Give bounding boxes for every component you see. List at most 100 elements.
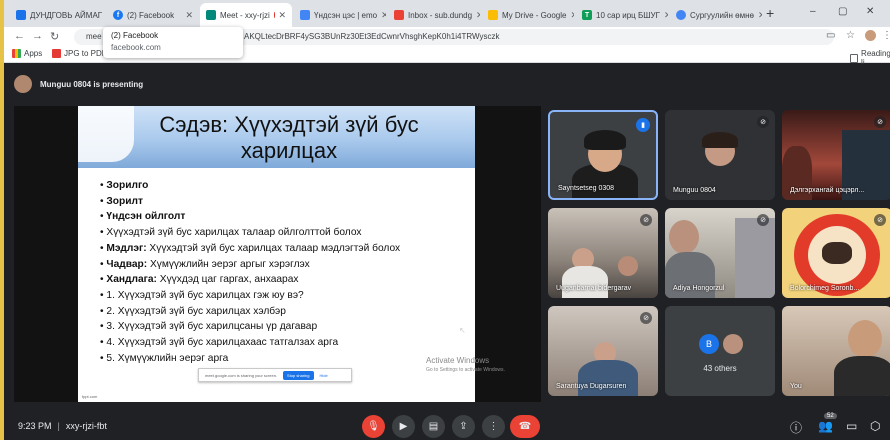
captions-button[interactable]: ▤ [422, 415, 445, 438]
close-icon[interactable]: ✕ [274, 10, 286, 21]
tooltip-title: (2) Facebook [111, 31, 159, 40]
close-icon[interactable]: ✕ [472, 10, 480, 21]
tab-emo[interactable]: Үндсэн цэс | emo ✕ [294, 3, 386, 27]
mic-off-button[interactable]: 🎙 [362, 415, 385, 438]
meet-icon [206, 10, 216, 20]
forward-arrow-icon[interactable]: → [32, 30, 43, 42]
facebook-icon: f [113, 10, 123, 20]
close-icon[interactable]: ✕ [754, 10, 762, 21]
participant-face [618, 256, 638, 276]
star-icon[interactable]: ☆ [846, 30, 855, 41]
participant-tile[interactable]: ⊘ Bolorchimeg Soronb... [782, 208, 890, 298]
tab-inbox[interactable]: Inbox - sub.dundg ✕ [388, 3, 480, 27]
close-icon[interactable]: ✕ [566, 10, 574, 21]
tab-label: Сургуулийн өмнө [690, 10, 754, 20]
mic-off-icon: ⊘ [874, 214, 886, 226]
bookmark-jpg-to-pdf[interactable]: JPG to PDF [52, 49, 107, 58]
tab-dundgovi[interactable]: ДУНДГОВЬ АЙМАГ ✕ [10, 3, 106, 27]
site-icon [300, 10, 310, 20]
tab-label: Meet - xxy-rjzi [220, 10, 270, 20]
slide-title: Сэдэв: Хүүхэдтэй зүй бус харилцах [159, 112, 419, 163]
others-count-label: 43 others [703, 364, 737, 373]
maximize-button[interactable]: ▢ [838, 6, 847, 17]
presentation-slide: Сэдэв: Хүүхэдтэй зүй бус харилцах • Зори… [78, 106, 475, 402]
minimize-button[interactable]: – [810, 6, 816, 17]
menu-dots-icon[interactable]: ⋮ [882, 30, 890, 41]
tab-label: Inbox - sub.dundg [408, 10, 473, 20]
present-button[interactable]: ⇪ [452, 415, 475, 438]
participant-hair [584, 130, 626, 150]
participant-name: Uuganbarnai bidergarav [556, 285, 632, 292]
bookmark-label: JPG to PDF [64, 49, 107, 58]
participant-video [578, 360, 638, 396]
close-icon[interactable]: ✕ [102, 10, 106, 21]
tab-label: Үндсэн цэс | emo [314, 10, 378, 20]
tab-drive[interactable]: My Drive - Google ✕ [482, 3, 574, 27]
others-avatars: B [699, 334, 747, 354]
site-icon [676, 10, 686, 20]
participant-tile[interactable]: ⊘ Munguu 0804 [665, 110, 775, 200]
slide-bullet: • 2. Хүүхэдтэй зүй бус харилцах хэлбэр [100, 305, 286, 317]
slide-bullet: • Үндсэн ойлголт [100, 211, 186, 223]
url-text: AKQLtecDrBRF4ySG3BUnRz30Et3EdCwnrVhsghKe… [244, 32, 500, 41]
tab-school[interactable]: Сургуулийн өмнө ✕ [670, 3, 762, 27]
presenter-text: Munguu 0804 is presenting [40, 79, 144, 89]
self-tile[interactable]: You [782, 306, 890, 396]
tab-meet[interactable]: Meet - xxy-rjzi ✕ [200, 3, 292, 27]
chat-icon[interactable]: ▭ [846, 419, 857, 433]
tab-label: ДУНДГОВЬ АЙМАГ [30, 10, 103, 20]
drive-icon [488, 10, 498, 20]
tab-sheets[interactable]: T 10 сар ирц БШУГ ✕ [576, 3, 668, 27]
share-bar-text: meet.google.com is sharing your screen. [205, 372, 278, 378]
participant-tile[interactable]: ⊘ Uuganbarnai bidergarav [548, 208, 658, 298]
leave-call-button[interactable]: ☎ [510, 415, 540, 438]
slide-bullet: • 3. Хүүхэдтэй зүй бус харилцсаны үр даг… [100, 321, 318, 333]
slide-bullet: • 1. Хүүхэдтэй зүй бус харилцах гэж юу в… [100, 289, 304, 301]
close-icon[interactable]: ✕ [181, 10, 193, 21]
participant-hair [822, 242, 852, 264]
slide-header: Сэдэв: Хүүхэдтэй зүй бус харилцах [78, 106, 475, 168]
back-arrow-icon[interactable]: ← [14, 30, 25, 42]
more-options-button[interactable]: ⋮ [482, 415, 505, 438]
activities-icon[interactable]: ⬡ [870, 419, 880, 433]
apps-grid-icon [12, 49, 21, 58]
slide-bullet-list: • Зорилго • Зорилт • Үндсэн ойлголт • Хү… [100, 178, 470, 366]
participant-tile[interactable]: ⊘ Дэлгэрхангай цэцэрл... [782, 110, 890, 200]
participant-face [669, 220, 699, 254]
reload-icon[interactable]: ↻ [50, 30, 59, 43]
participant-name: Bolorchimeg Soronb... [790, 285, 860, 292]
others-tile[interactable]: B 43 others [665, 306, 775, 396]
participant-tile[interactable]: ⊘ Adiya Hongorzul [665, 208, 775, 298]
people-icon[interactable]: 👥 [818, 419, 833, 433]
participant-video [735, 218, 775, 298]
slide-bullet: • 5. Хүмүүжлийн эерэг арга [100, 352, 229, 364]
tab-label: 10 сар ирц БШУГ [596, 10, 660, 20]
camera-button[interactable]: ▶ [392, 415, 415, 438]
slide-bullet: • 4. Хүүхэдтэй зүй бус харилцахаас татга… [100, 337, 339, 349]
meet-header: Munguu 0804 is presenting [4, 64, 890, 104]
participant-tile[interactable]: ▮ Sayntsetseg 0308 [548, 110, 658, 200]
mic-off-icon: ⊘ [757, 214, 769, 226]
hide-share-bar-button[interactable]: Hide [320, 373, 328, 378]
presenter-indicator: Munguu 0804 is presenting [14, 74, 143, 94]
bookmark-apps[interactable]: Apps [12, 49, 42, 58]
camera-icon[interactable]: ▭ [826, 30, 835, 41]
bookmark-label: Apps [24, 49, 43, 58]
meeting-time: 9:23 PM [18, 421, 52, 431]
tab-facebook[interactable]: f (2) Facebook ✕ [107, 3, 199, 27]
close-icon[interactable]: ✕ [377, 10, 386, 21]
participant-name: Sarantuya Dugarsuren [556, 383, 627, 390]
participant-tile[interactable]: ⊘ Sarantuya Dugarsuren [548, 306, 658, 396]
tab-strip: ДУНДГОВЬ АЙМАГ ✕ f (2) Facebook ✕ Meet -… [4, 0, 890, 27]
presenter-avatar [14, 75, 32, 93]
close-icon[interactable]: ✕ [660, 10, 668, 21]
divider: | [57, 421, 60, 431]
info-icon[interactable]: ⓘ [790, 419, 802, 436]
activate-subtitle: Go to Settings to activate Windows. [426, 367, 505, 373]
screen-share-bar: meet.google.com is sharing your screen. … [198, 368, 352, 382]
profile-avatar[interactable] [864, 29, 877, 42]
stop-sharing-button[interactable]: Stop sharing [283, 370, 314, 380]
close-window-button[interactable]: ✕ [866, 6, 874, 17]
new-tab-button[interactable]: + [766, 5, 774, 21]
tab-tooltip: (2) Facebook facebook.com [103, 27, 243, 58]
